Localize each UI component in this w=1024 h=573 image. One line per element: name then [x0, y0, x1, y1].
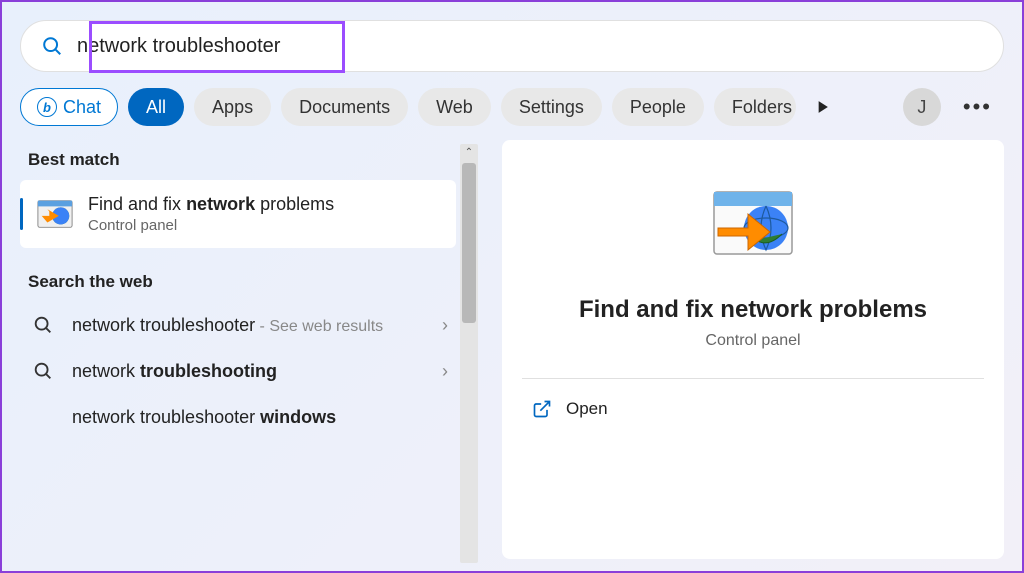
bing-icon: b: [37, 97, 57, 117]
scroll-up-icon[interactable]: ⌃: [465, 144, 473, 161]
web-result-text: network troubleshooting: [72, 361, 442, 382]
more-tabs-arrow-icon[interactable]: [812, 97, 832, 117]
open-external-icon: [532, 399, 552, 419]
more-options-button[interactable]: •••: [951, 94, 1004, 120]
content-row: Best match Find and fix network problems…: [2, 140, 1022, 559]
results-panel: Best match Find and fix network problems…: [20, 140, 478, 559]
search-web-header: Search the web: [20, 262, 478, 302]
tab-settings[interactable]: Settings: [501, 88, 602, 126]
network-troubleshooter-icon: [708, 182, 798, 272]
chevron-right-icon: ›: [442, 361, 456, 382]
user-avatar[interactable]: J: [903, 88, 941, 126]
detail-subtitle: Control panel: [705, 332, 800, 350]
search-bar[interactable]: [20, 20, 1004, 72]
search-icon: [32, 360, 54, 382]
tab-all[interactable]: All: [128, 88, 184, 126]
best-match-title: Find and fix network problems: [88, 194, 334, 215]
network-troubleshooter-icon: [36, 195, 74, 233]
chat-label: Chat: [63, 97, 101, 118]
tab-folders[interactable]: Folders: [714, 88, 796, 126]
tab-apps[interactable]: Apps: [194, 88, 271, 126]
web-result-text: network troubleshooter - See web results: [72, 315, 442, 336]
tab-documents[interactable]: Documents: [281, 88, 408, 126]
search-icon: [41, 35, 63, 57]
chevron-right-icon: ›: [442, 315, 456, 336]
detail-panel: Find and fix network problems Control pa…: [502, 140, 1004, 559]
open-label: Open: [566, 399, 608, 419]
filter-tabs-row: b Chat All Apps Documents Web Settings P…: [2, 72, 1022, 140]
annotation-highlight: [89, 21, 345, 73]
best-match-header: Best match: [20, 140, 478, 180]
web-result-item[interactable]: network troubleshooter windows: [20, 394, 478, 428]
open-action[interactable]: Open: [502, 379, 1004, 439]
search-icon: [32, 314, 54, 336]
web-result-item[interactable]: network troubleshooter - See web results…: [20, 302, 478, 348]
tab-people[interactable]: People: [612, 88, 704, 126]
best-match-subtitle: Control panel: [88, 217, 334, 234]
scroll-thumb[interactable]: [462, 163, 476, 323]
web-result-text: network troubleshooter windows: [72, 407, 456, 428]
tab-web[interactable]: Web: [418, 88, 491, 126]
chat-button[interactable]: b Chat: [20, 88, 118, 126]
detail-title: Find and fix network problems: [579, 296, 927, 324]
best-match-item[interactable]: Find and fix network problems Control pa…: [20, 180, 456, 248]
scrollbar[interactable]: ⌃: [460, 144, 478, 563]
web-result-item[interactable]: network troubleshooting ›: [20, 348, 478, 394]
